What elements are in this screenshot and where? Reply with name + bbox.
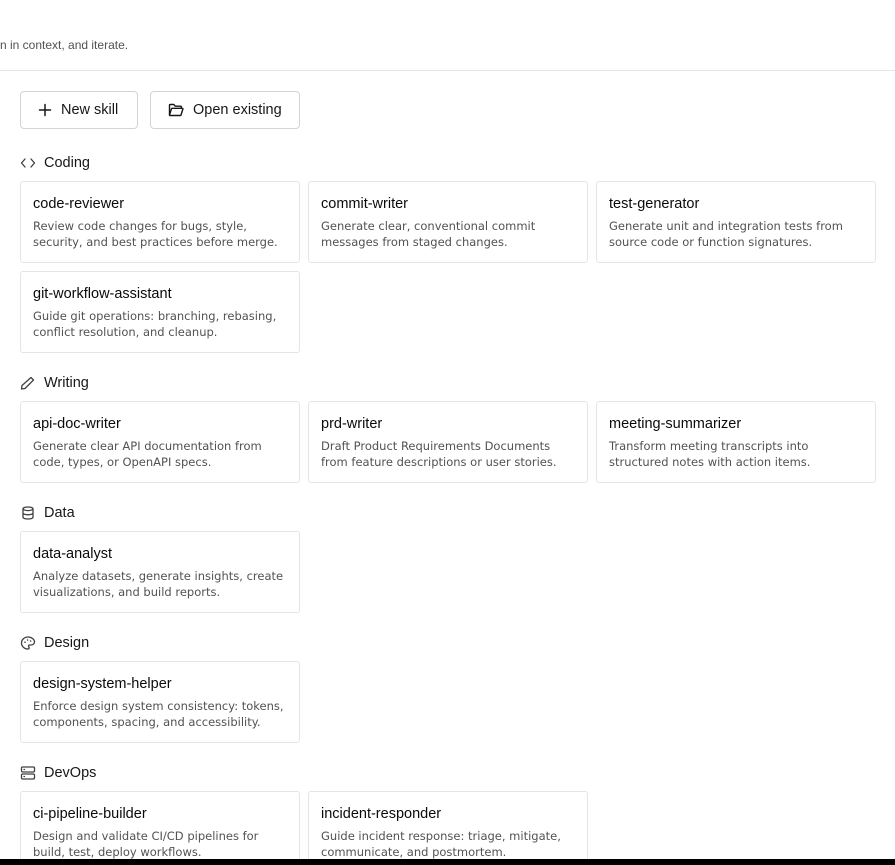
section-coding-label: Coding: [44, 155, 90, 171]
section-design-label: Design: [44, 635, 90, 651]
plus-icon: [38, 103, 52, 117]
new-skill-button[interactable]: New skill: [20, 91, 138, 129]
section-coding: Coding: [20, 154, 90, 172]
section-design: Design: [20, 634, 89, 652]
skill-title: commit-writer: [321, 196, 408, 212]
new-skill-label: New skill: [61, 102, 119, 118]
bottom-edge-bar: [0, 859, 895, 865]
palette-icon: [20, 636, 36, 650]
database-icon: [22, 506, 34, 520]
skill-card-prd-writer[interactable]: prd-writer Draft Product Requirements Do…: [308, 401, 588, 483]
open-existing-label: Open existing: [193, 102, 282, 118]
section-devops-label: DevOps: [44, 765, 97, 781]
skill-description: Analyze datasets, generate insights, cre…: [33, 569, 284, 599]
skill-title: meeting-summarizer: [609, 416, 742, 432]
skills-page: n in context, and iterate. New skill Ope…: [0, 0, 895, 865]
header-divider: [0, 70, 895, 71]
skill-card-test-generator[interactable]: test-generator Generate unit and integra…: [596, 181, 876, 263]
section-writing: Writing: [20, 374, 89, 392]
pencil-icon: [20, 376, 35, 390]
code-icon: [20, 158, 36, 168]
skill-card-code-reviewer[interactable]: code-reviewer Review code changes for bu…: [20, 181, 300, 263]
folder-open-icon: [168, 103, 184, 117]
section-devops: DevOps: [20, 764, 96, 782]
skill-description: Generate clear, conventional commit mess…: [321, 219, 536, 249]
skill-card-api-doc-writer[interactable]: api-doc-writer Generate clear API docume…: [20, 401, 300, 483]
skill-description: Generate unit and integration tests from…: [609, 219, 843, 249]
skill-description: Guide git operations: branching, rebasin…: [33, 309, 277, 339]
skill-card-commit-writer[interactable]: commit-writer Generate clear, convention…: [308, 181, 588, 263]
skill-card-meeting-summarizer[interactable]: meeting-summarizer Transform meeting tra…: [596, 401, 876, 483]
action-bar: New skill Open existing: [20, 91, 300, 129]
skill-description: Transform meeting transcripts into struc…: [609, 439, 811, 469]
skill-description: Generate clear API documentation from co…: [33, 439, 262, 469]
skill-title: code-reviewer: [33, 196, 125, 212]
section-data: Data: [20, 504, 75, 522]
skill-title: prd-writer: [321, 416, 383, 432]
skill-description: Enforce design system consistency: token…: [33, 699, 284, 729]
server-icon: [20, 766, 36, 780]
skill-title: test-generator: [609, 196, 700, 212]
skill-card-data-analyst[interactable]: data-analyst Analyze datasets, generate …: [20, 531, 300, 613]
skill-card-git-workflow-assistant[interactable]: git-workflow-assistant Guide git operati…: [20, 271, 300, 353]
open-existing-button[interactable]: Open existing: [150, 91, 300, 129]
page-subtitle: n in context, and iterate.: [0, 38, 129, 52]
skill-title: data-analyst: [33, 546, 112, 562]
skill-description: Draft Product Requirements Documents fro…: [321, 439, 557, 469]
skill-title: ci-pipeline-builder: [33, 806, 147, 822]
skill-title: api-doc-writer: [33, 416, 121, 432]
skill-description: Design and validate CI/CD pipelines for …: [33, 829, 259, 859]
skill-description: Guide incident response: triage, mitigat…: [321, 829, 561, 859]
section-data-label: Data: [44, 505, 75, 521]
skill-card-incident-responder[interactable]: incident-responder Guide incident respon…: [308, 791, 588, 865]
skill-card-ci-pipeline-builder[interactable]: ci-pipeline-builder Design and validate …: [20, 791, 300, 865]
section-writing-label: Writing: [44, 375, 89, 391]
skill-title: git-workflow-assistant: [33, 286, 172, 302]
skill-title: incident-responder: [321, 806, 442, 822]
skill-card-design-system-helper[interactable]: design-system-helper Enforce design syst…: [20, 661, 300, 743]
skill-title: design-system-helper: [33, 676, 172, 692]
skill-description: Review code changes for bugs, style, sec…: [33, 219, 278, 249]
